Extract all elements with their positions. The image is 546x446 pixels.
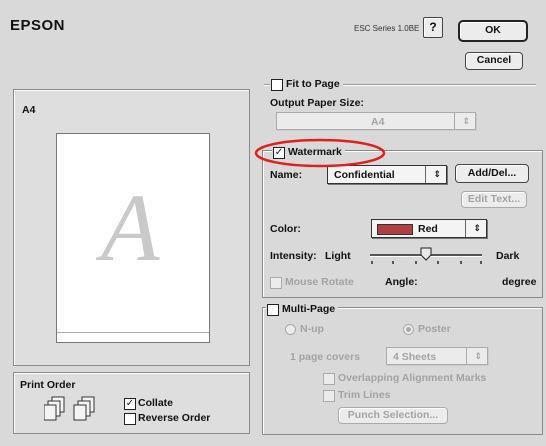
output-paper-size-label: Output Paper Size: — [270, 97, 364, 109]
poster-label: Poster — [418, 323, 451, 335]
sheets-select[interactable]: 4 Sheets ⇕ — [386, 347, 488, 365]
chevron-updown-icon: ⇕ — [473, 223, 481, 233]
nup-radio[interactable] — [285, 324, 296, 335]
help-button[interactable]: ? — [423, 17, 443, 38]
overlapping-marks-label: Overlapping Alignment Marks — [338, 372, 487, 384]
watermark-name-value: Confidential — [334, 169, 395, 181]
collate-check-mark: ✓ — [125, 398, 135, 409]
cancel-button[interactable]: Cancel — [465, 52, 523, 70]
brand-logo: EPSON — [10, 17, 66, 34]
collate-label: Collate — [138, 397, 174, 409]
chevron-updown-icon: ⇕ — [474, 351, 482, 361]
collate-pages-icon — [43, 393, 104, 423]
edit-text-label: Edit Text... — [467, 193, 521, 205]
fit-to-page-label: Fit to Page — [286, 78, 340, 90]
degree-label: degree — [502, 276, 537, 288]
collate-checkbox[interactable]: ✓ — [124, 398, 136, 410]
output-paper-size-select[interactable]: A4 ⇕ — [276, 112, 476, 130]
slider-thumb[interactable] — [420, 247, 432, 261]
punch-selection-label: Punch Selection... — [347, 409, 439, 421]
trim-lines-label: Trim Lines — [338, 389, 391, 401]
paper-preview: A — [56, 133, 210, 343]
color-swatch — [377, 224, 413, 235]
driver-version: ESC Series 1.0BE — [354, 24, 420, 33]
reverse-order-checkbox[interactable] — [124, 413, 136, 425]
ok-button[interactable]: OK — [458, 20, 528, 42]
chevron-updown-icon: ⇕ — [462, 116, 470, 126]
reverse-order-label: Reverse Order — [138, 412, 211, 424]
sheets-value: 4 Sheets — [393, 351, 437, 363]
nup-label: N-up — [300, 323, 324, 335]
intensity-dark-label: Dark — [496, 250, 520, 262]
intensity-slider[interactable] — [370, 246, 482, 268]
edit-text-button[interactable]: Edit Text... — [461, 191, 527, 208]
help-icon: ? — [429, 20, 437, 34]
overlapping-marks-checkbox[interactable] — [323, 373, 335, 385]
mouse-rotate-checkbox[interactable] — [270, 277, 282, 289]
punch-selection-button[interactable]: Punch Selection... — [338, 407, 448, 424]
multi-page-checkbox[interactable] — [267, 304, 279, 316]
chevron-updown-icon: ⇕ — [433, 169, 441, 179]
trim-lines-checkbox[interactable] — [323, 390, 335, 402]
intensity-label: Intensity: — [270, 250, 317, 262]
paper-size-label: A4 — [22, 104, 36, 116]
mouse-rotate-label: Mouse Rotate — [285, 276, 354, 288]
paper-bottom-margin — [57, 332, 209, 333]
add-del-label: Add/Del... — [467, 167, 517, 179]
preview-panel: A4 A — [13, 89, 250, 366]
poster-radio[interactable] — [403, 324, 414, 335]
watermark-name-label: Name: — [270, 169, 303, 181]
intensity-light-label: Light — [325, 250, 351, 262]
fit-to-page-checkbox[interactable] — [271, 79, 283, 91]
annotation-ellipse — [252, 136, 390, 170]
watermark-preview: A — [101, 174, 160, 281]
multi-page-heading: Multi-Page — [266, 302, 339, 316]
print-order-label: Print Order — [20, 379, 76, 391]
print-order-panel: Print Order ✓ Collate Reverse Order — [13, 372, 250, 434]
watermark-color-select[interactable]: Red ⇕ — [371, 219, 487, 238]
slider-ticks — [370, 261, 482, 265]
fit-to-page-heading: Fit to Page — [270, 77, 343, 91]
watermark-color-label: Color: — [270, 223, 301, 235]
watermark-color-value: Red — [418, 223, 438, 235]
cancel-button-label: Cancel — [476, 54, 512, 66]
multi-page-label: Multi-Page — [282, 303, 336, 315]
add-del-button[interactable]: Add/Del... — [455, 164, 529, 183]
output-paper-size-value: A4 — [371, 116, 385, 128]
page-covers-label: 1 page covers — [290, 351, 361, 363]
ok-button-label: OK — [485, 24, 501, 36]
angle-label: Angle: — [385, 276, 418, 288]
